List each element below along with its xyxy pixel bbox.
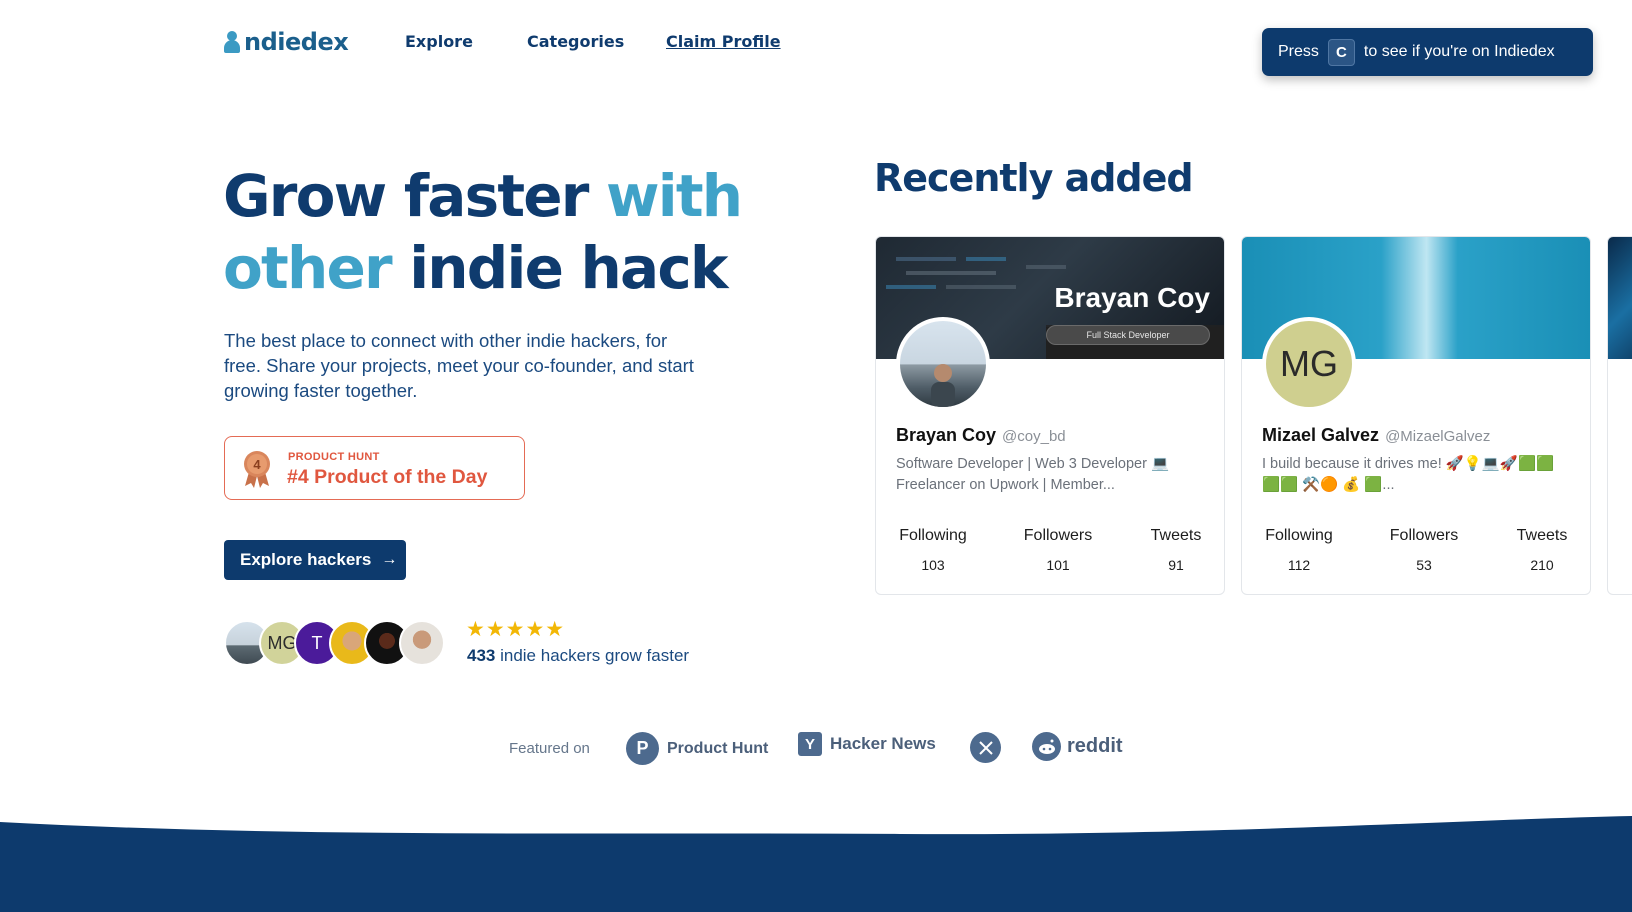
ph-badge-label: PRODUCT HUNT	[288, 451, 380, 463]
featured-reddit[interactable]: reddit	[1032, 732, 1123, 761]
stat-value: 103	[921, 557, 945, 573]
profile-bio: I build because it drives me! 🚀💡💻🚀🟩🟩🟩🟩 ⚒…	[1262, 456, 1555, 493]
profile-handle: @MizaelGalvez	[1385, 428, 1491, 445]
stat-tweets: Tweets 91	[1146, 527, 1206, 573]
arrow-right-icon: →	[381, 551, 398, 568]
reddit-icon	[1032, 732, 1061, 761]
ph-badge-rank: #4 Product of the Day	[287, 466, 488, 488]
nav-categories-link[interactable]: Categories	[527, 32, 624, 51]
logo-person-icon	[224, 31, 240, 53]
hero-title-accent2: other	[223, 234, 393, 302]
product-hunt-badge[interactable]: 4 PRODUCT HUNT #4 Product of the Day	[224, 436, 525, 500]
featured-item-label: reddit	[1067, 735, 1123, 757]
banner-role-pill: Full Stack Developer	[1046, 325, 1210, 345]
stat-followers: Followers 101	[1021, 527, 1095, 573]
hackers-text: indie hackers grow faster	[495, 646, 690, 665]
profile-name-text: Brayan Coy	[896, 425, 997, 445]
stat-following: Following 112	[1262, 527, 1336, 573]
stat-following: Following 103	[896, 527, 970, 573]
press-suffix: to see if you're on Indiedex	[1363, 43, 1555, 60]
stat-value: 91	[1168, 557, 1184, 573]
hero-subtitle: The best place to connect with other ind…	[224, 330, 694, 401]
nav-explore-link[interactable]: Explore	[405, 32, 473, 51]
stat-label: Following	[899, 527, 967, 544]
explore-hackers-button[interactable]: Explore hackers →	[224, 540, 406, 580]
stat-tweets: Tweets 210	[1512, 527, 1572, 573]
profile-name: Mizael Galvez @MizaelGalvez	[1262, 425, 1490, 446]
profile-photo	[931, 364, 955, 407]
profile-card[interactable]: MG Mizael Galvez @MizaelGalvez I build be…	[1241, 236, 1591, 595]
featured-item-label: Hacker News	[830, 734, 936, 753]
recently-added-title: Recently added	[874, 156, 1194, 200]
stat-value: 53	[1416, 557, 1432, 573]
profile-name-text: Mizael Galvez	[1262, 425, 1380, 445]
stat-label: Followers	[1023, 527, 1093, 544]
stat-label: Followers	[1389, 527, 1459, 544]
featured-hacker-news[interactable]: Y Hacker News	[798, 732, 936, 756]
explore-hackers-label: Explore hackers	[240, 550, 372, 569]
stat-label: Tweets	[1150, 527, 1202, 544]
stat-label: Tweets	[1516, 527, 1568, 544]
profile-name: Brayan Coy @coy_bd	[896, 425, 1066, 446]
footer-wave	[0, 816, 1632, 912]
press-prefix: Press	[1278, 43, 1319, 60]
hero-title: Grow faster with other indie hack	[223, 160, 743, 304]
stat-value: 112	[1287, 557, 1311, 573]
profile-card-partial[interactable]	[1607, 236, 1632, 595]
stat-followers: Followers 53	[1387, 527, 1461, 573]
profile-card[interactable]: Brayan Coy Full Stack Developer Brayan C…	[875, 236, 1225, 595]
hackers-count: 433	[467, 646, 496, 665]
stat-label: Following	[1265, 527, 1333, 544]
profile-avatar	[896, 317, 990, 411]
hero-title-part4: indie hack	[390, 234, 728, 302]
logo[interactable]: ndiedex	[224, 27, 349, 57]
featured-item-label: Product Hunt	[667, 739, 769, 757]
hero-title-accent1: with	[605, 162, 743, 230]
hackers-count-line: 433 indie hackers grow faster	[467, 646, 689, 666]
keyboard-key-c: C	[1327, 38, 1355, 66]
logo-text: ndiedex	[244, 28, 349, 56]
x-twitter-icon	[970, 732, 1001, 763]
product-hunt-icon: P	[626, 732, 659, 765]
avatar	[399, 620, 445, 666]
stat-value: 210	[1530, 557, 1554, 573]
featured-on-label: Featured on	[509, 740, 590, 757]
hero-title-part1: Grow faster	[223, 162, 606, 230]
nav-claim-profile-link[interactable]: Claim Profile	[666, 32, 781, 51]
medal-number: 4	[253, 457, 261, 472]
profile-banner	[1608, 237, 1632, 359]
profile-handle: @coy_bd	[1002, 428, 1066, 445]
rating-stars: ★★★★★	[466, 617, 566, 641]
featured-x[interactable]	[970, 732, 1001, 763]
hacker-news-icon: Y	[798, 732, 822, 756]
featured-product-hunt[interactable]: P Product Hunt	[626, 732, 768, 765]
medal-icon: 4	[244, 451, 270, 488]
press-c-search-button[interactable]: Press C to see if you're on Indiedex	[1262, 28, 1593, 76]
stat-value: 101	[1046, 557, 1070, 573]
profile-avatar-initials: MG	[1262, 317, 1356, 411]
banner-name: Brayan Coy	[1054, 282, 1210, 313]
profile-bio: Software Developer | Web 3 Developer 💻 F…	[896, 456, 1170, 493]
